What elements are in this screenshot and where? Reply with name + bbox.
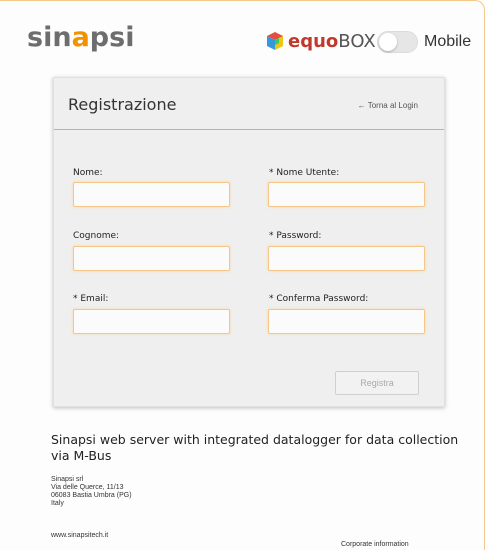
cognome-label: Cognome: [73, 231, 120, 241]
nome-label: Nome: [73, 168, 103, 178]
website-link[interactable]: www.sinapsitech.it [51, 532, 108, 539]
card-title: Registrazione [68, 95, 177, 114]
nome-utente-input[interactable] [268, 182, 425, 207]
mobile-toggle-label: Mobile [424, 33, 472, 50]
toggle-knob[interactable] [379, 33, 397, 51]
conferma-password-label: * Conferma Password: [269, 294, 369, 304]
address-line: 06083 Bastia Umbra (PG) [51, 492, 132, 499]
registration-card: Registrazione ← Torna al Login Nome: * N… [53, 77, 445, 407]
sinapsi-logo: sinapsi sinapsi [27, 22, 135, 53]
equobox-wordmark: equoBOX equoBOX [288, 30, 376, 52]
nome-input[interactable] [73, 182, 230, 207]
company-name: Sinapsi srl [51, 476, 84, 483]
password-input[interactable] [268, 246, 425, 271]
email-label: * Email: [73, 294, 109, 304]
equobox-logo: equoBOX equoBOX [265, 30, 376, 52]
back-to-login-link[interactable]: ← Torna al Login [358, 101, 418, 110]
address-line: Italy [51, 500, 64, 507]
app-description: Sinapsi web server with integrated datal… [51, 432, 459, 463]
mobile-toggle[interactable] [377, 31, 418, 53]
password-label: * Password: [269, 231, 322, 241]
email-input[interactable] [73, 309, 230, 334]
card-divider [54, 129, 444, 130]
equobox-cube-icon [267, 32, 283, 50]
address-line: Via delle Querce, 11/13 [51, 484, 124, 491]
conferma-password-input[interactable] [268, 309, 425, 334]
company-address: Sinapsi srl Via delle Querce, 11/13 0608… [51, 476, 132, 508]
corporate-information-link[interactable]: Corporate information [341, 541, 409, 548]
cognome-input[interactable] [73, 246, 230, 271]
registra-button[interactable]: Registra [335, 371, 419, 395]
nome-utente-label: * Nome Utente: [269, 168, 340, 178]
